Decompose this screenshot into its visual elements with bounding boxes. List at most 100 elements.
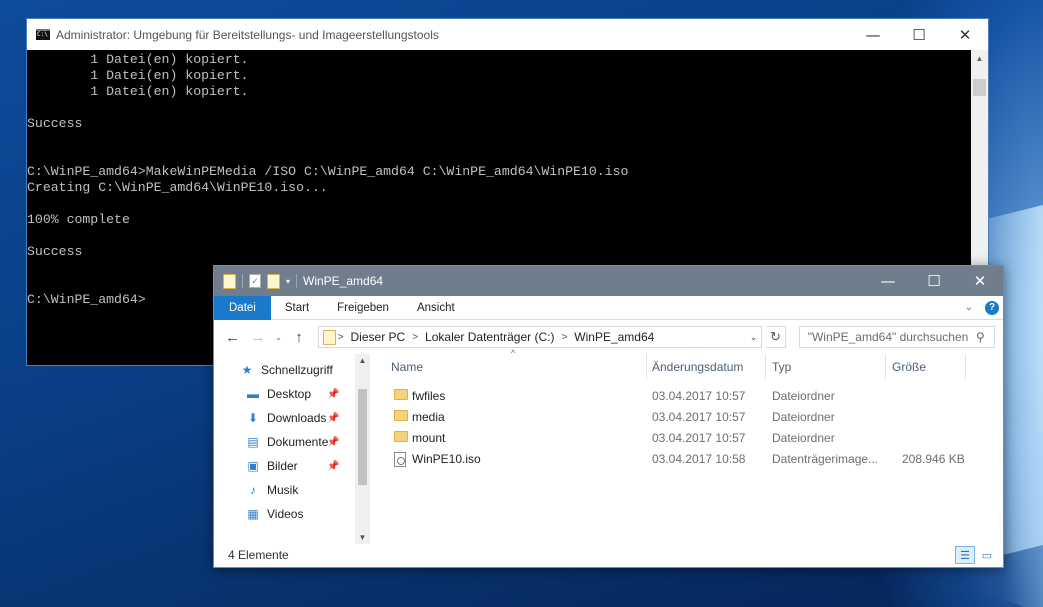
file-row[interactable]: WinPE10.iso 03.04.2017 10:58 Datenträgerim…: [384, 449, 1003, 470]
new-folder-icon[interactable]: [267, 273, 280, 289]
cmd-title: Administrator: Umgebung für Bereitstellu…: [56, 27, 439, 42]
refresh-icon[interactable]: ↻: [766, 326, 786, 348]
file-size: 208.946 KB: [902, 452, 965, 466]
explorer-window[interactable]: ✓ ▾ WinPE_amd64 — ☐ ✕ Datei Start Freige…: [213, 265, 1004, 568]
scroll-up-arrow-icon[interactable]: ▲: [355, 356, 370, 365]
pin-icon[interactable]: 📌: [327, 389, 339, 400]
star-icon: ★: [241, 363, 253, 377]
scroll-up-arrow-icon[interactable]: ▲: [971, 50, 988, 67]
file-row[interactable]: fwfiles 03.04.2017 10:57 Dateiordner: [384, 386, 1003, 407]
column-divider[interactable]: [885, 354, 886, 379]
close-button[interactable]: ✕: [942, 19, 988, 50]
back-arrow-icon[interactable]: ←: [222, 329, 243, 346]
maximize-button[interactable]: ☐: [911, 266, 957, 296]
iso-file-icon: [394, 452, 406, 467]
search-input[interactable]: "WinPE_amd64" durchsuchen ⚲: [798, 326, 995, 348]
file-date: 03.04.2017 10:57: [652, 410, 746, 424]
column-divider[interactable]: [765, 354, 766, 379]
console-line: 1 Datei(en) kopiert.: [27, 84, 249, 99]
properties-icon[interactable]: ✓: [249, 274, 261, 288]
column-header-type[interactable]: Typ: [772, 360, 791, 374]
navigation-bar: ← → ⌄ ↑ > Dieser PC > Lokaler Datenträge…: [214, 320, 1003, 354]
column-header-date[interactable]: Änderungsdatum: [652, 360, 743, 374]
forward-arrow-icon[interactable]: →: [247, 329, 268, 346]
file-name: WinPE10.iso: [412, 452, 481, 466]
sidebar-item-label: Bilder: [267, 459, 298, 473]
column-headers: ^ Name Änderungsdatum Typ Größe: [384, 348, 1003, 379]
sidebar-item-label: Dokumente: [267, 435, 329, 449]
explorer-title: WinPE_amd64: [303, 274, 384, 288]
music-icon: ♪: [250, 483, 256, 497]
folder-window-icon: [223, 273, 236, 289]
sidebar-item-bilder[interactable]: ▣ Bilder 📌: [245, 456, 339, 476]
document-icon: ▤: [247, 435, 259, 449]
address-bar[interactable]: > Dieser PC > Lokaler Datenträger (C:) >…: [317, 326, 763, 348]
recent-locations-icon[interactable]: ⌄: [273, 333, 285, 342]
folder-icon: [394, 389, 408, 400]
sidebar-item-desktop[interactable]: ▬ Desktop 📌: [245, 384, 339, 404]
column-divider[interactable]: [965, 354, 966, 379]
sidebar-item-musik[interactable]: ♪ Musik: [245, 480, 298, 500]
console-line: Creating C:\WinPE_amd64\WinPE10.iso...: [27, 180, 328, 195]
breadcrumb-local-disk[interactable]: Lokaler Datenträger (C:): [420, 330, 559, 344]
tab-share[interactable]: Freigeben: [323, 302, 403, 314]
scrollbar-thumb[interactable]: [973, 79, 986, 96]
breadcrumb-winpe[interactable]: WinPE_amd64: [569, 330, 659, 344]
help-icon[interactable]: ?: [985, 300, 999, 315]
nav-pane-scrollbar[interactable]: ▲ ▼: [355, 354, 370, 544]
breadcrumb-separator[interactable]: >: [410, 332, 420, 343]
pin-icon[interactable]: 📌: [327, 437, 339, 448]
sidebar-item-schnellzugriff[interactable]: ★ Schnellzugriff: [239, 360, 333, 380]
customize-toolbar-icon[interactable]: ▾: [286, 277, 290, 286]
breadcrumb-this-pc[interactable]: Dieser PC: [346, 330, 411, 344]
desktop-icon: ▬: [247, 387, 259, 401]
file-row[interactable]: media 03.04.2017 10:57 Dateiordner: [384, 407, 1003, 428]
large-icons-view-icon[interactable]: ▭: [977, 546, 997, 564]
cmd-icon: C:\: [36, 29, 50, 40]
cmd-titlebar[interactable]: C:\ Administrator: Umgebung für Bereitst…: [27, 19, 988, 50]
pictures-icon: ▣: [247, 459, 259, 473]
console-line: C:\WinPE_amd64>MakeWinPEMedia /ISO C:\Wi…: [27, 164, 629, 179]
console-line: Success: [27, 116, 83, 131]
close-button[interactable]: ✕: [957, 266, 1003, 296]
tab-file[interactable]: Datei: [214, 295, 271, 320]
sidebar-item-label: Downloads: [267, 411, 327, 425]
file-type: Dateiordner: [772, 389, 835, 403]
breadcrumb-separator[interactable]: >: [559, 332, 569, 343]
up-arrow-icon[interactable]: ↑: [288, 329, 309, 346]
search-icon[interactable]: ⚲: [976, 330, 994, 344]
pin-icon[interactable]: 📌: [327, 413, 339, 424]
sort-indicator-icon: ^: [511, 348, 516, 358]
column-divider[interactable]: [646, 354, 647, 379]
minimize-button[interactable]: —: [865, 266, 911, 296]
minimize-button[interactable]: —: [850, 19, 896, 50]
file-date: 03.04.2017 10:57: [652, 431, 746, 445]
column-header-size[interactable]: Größe: [892, 360, 926, 374]
console-line: 1 Datei(en) kopiert.: [27, 52, 249, 67]
explorer-titlebar[interactable]: ✓ ▾ WinPE_amd64 — ☐ ✕: [214, 266, 1003, 296]
details-view-icon[interactable]: ☰: [955, 546, 975, 564]
sidebar-item-videos[interactable]: ▦ Videos: [245, 504, 303, 524]
pin-icon[interactable]: 📌: [327, 461, 339, 472]
file-row[interactable]: mount 03.04.2017 10:57 Dateiordner: [384, 428, 1003, 449]
file-date: 03.04.2017 10:57: [652, 389, 746, 403]
maximize-button[interactable]: ☐: [896, 19, 942, 50]
sidebar-item-dokumente[interactable]: ▤ Dokumente 📌: [245, 432, 339, 452]
address-dropdown-icon[interactable]: ⌄: [750, 332, 762, 343]
tab-start[interactable]: Start: [271, 302, 323, 314]
scroll-down-arrow-icon[interactable]: ▼: [355, 533, 370, 542]
column-header-name[interactable]: Name: [391, 360, 423, 374]
file-type: Dateiordner: [772, 410, 835, 424]
breadcrumb-separator[interactable]: >: [336, 332, 346, 343]
expand-ribbon-icon[interactable]: ⌄: [965, 302, 973, 313]
tab-view[interactable]: Ansicht: [403, 302, 469, 314]
file-name: media: [412, 410, 445, 424]
console-line: 1 Datei(en) kopiert.: [27, 68, 249, 83]
sidebar-item-label: Musik: [267, 483, 299, 497]
scrollbar-thumb[interactable]: [358, 389, 367, 485]
sidebar-item-downloads[interactable]: ⬇ Downloads 📌: [245, 408, 339, 428]
